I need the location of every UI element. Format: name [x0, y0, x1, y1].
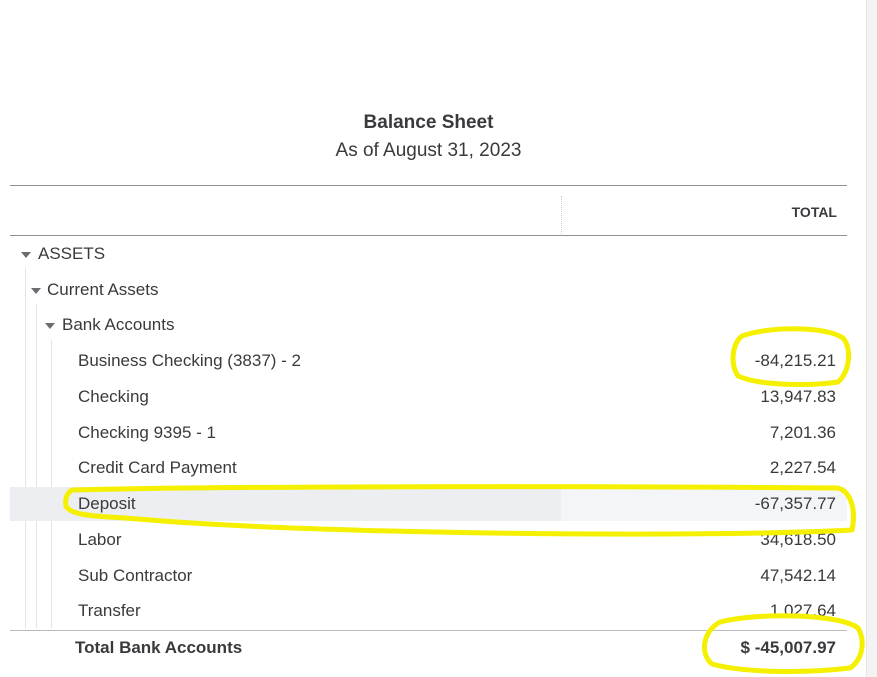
total-amount[interactable]: $ -45,007.97	[741, 638, 836, 658]
account-amount[interactable]: 34,618.50	[760, 530, 836, 550]
account-row[interactable]: Checking 9395 - 1 7,201.36	[10, 416, 847, 450]
account-row[interactable]: Checking 13,947.83	[10, 380, 847, 414]
account-name: Checking	[78, 387, 149, 406]
total-row[interactable]: Total Bank Accounts $ -45,007.97	[10, 631, 847, 665]
account-amount[interactable]: 47,542.14	[760, 566, 836, 586]
collapse-caret-icon[interactable]	[45, 323, 55, 329]
section-row-assets[interactable]: ASSETS	[10, 237, 847, 271]
account-name: Sub Contractor	[78, 566, 193, 585]
column-divider	[561, 196, 562, 234]
header-top-divider	[10, 185, 847, 186]
account-row[interactable]: Sub Contractor 47,542.14	[10, 559, 847, 593]
account-amount[interactable]: 13,947.83	[760, 387, 836, 407]
account-row[interactable]: Transfer 1,027.64	[10, 594, 847, 628]
section-label-assets: ASSETS	[38, 244, 106, 263]
account-amount[interactable]: -67,357.77	[755, 494, 836, 514]
account-row[interactable]: Labor 34,618.50	[10, 523, 847, 557]
section-row-bank-accounts[interactable]: Bank Accounts	[10, 308, 847, 342]
account-amount[interactable]: 2,227.54	[770, 458, 836, 478]
total-label: Total Bank Accounts	[75, 638, 243, 657]
account-name: Transfer	[78, 601, 141, 620]
collapse-caret-icon[interactable]	[21, 252, 31, 258]
section-label-current-assets: Current Assets	[47, 280, 159, 299]
account-name: Credit Card Payment	[78, 458, 237, 477]
account-name: Business Checking (3837) - 2	[78, 351, 302, 370]
account-name: Checking 9395 - 1	[78, 423, 216, 442]
account-row[interactable]: Business Checking (3837) - 2 -84,215.21	[10, 344, 847, 378]
account-name: Deposit	[78, 494, 136, 513]
report-title: Balance Sheet	[363, 112, 494, 133]
account-amount[interactable]: -84,215.21	[755, 351, 836, 371]
section-label-bank-accounts: Bank Accounts	[62, 315, 175, 334]
column-header-total[interactable]: TOTAL	[792, 204, 837, 220]
section-row-current-assets[interactable]: Current Assets	[10, 273, 847, 307]
account-amount[interactable]: 1,027.64	[770, 601, 836, 621]
header-bottom-divider	[10, 235, 847, 236]
report-subtitle: As of August 31, 2023	[335, 140, 522, 161]
account-amount[interactable]: 7,201.36	[770, 423, 836, 443]
account-row[interactable]: Credit Card Payment 2,227.54	[10, 451, 847, 485]
vertical-scrollbar[interactable]	[866, 0, 877, 677]
account-row-highlighted[interactable]: Deposit -67,357.77	[10, 487, 847, 521]
collapse-caret-icon[interactable]	[31, 288, 41, 294]
account-name: Labor	[78, 530, 122, 549]
